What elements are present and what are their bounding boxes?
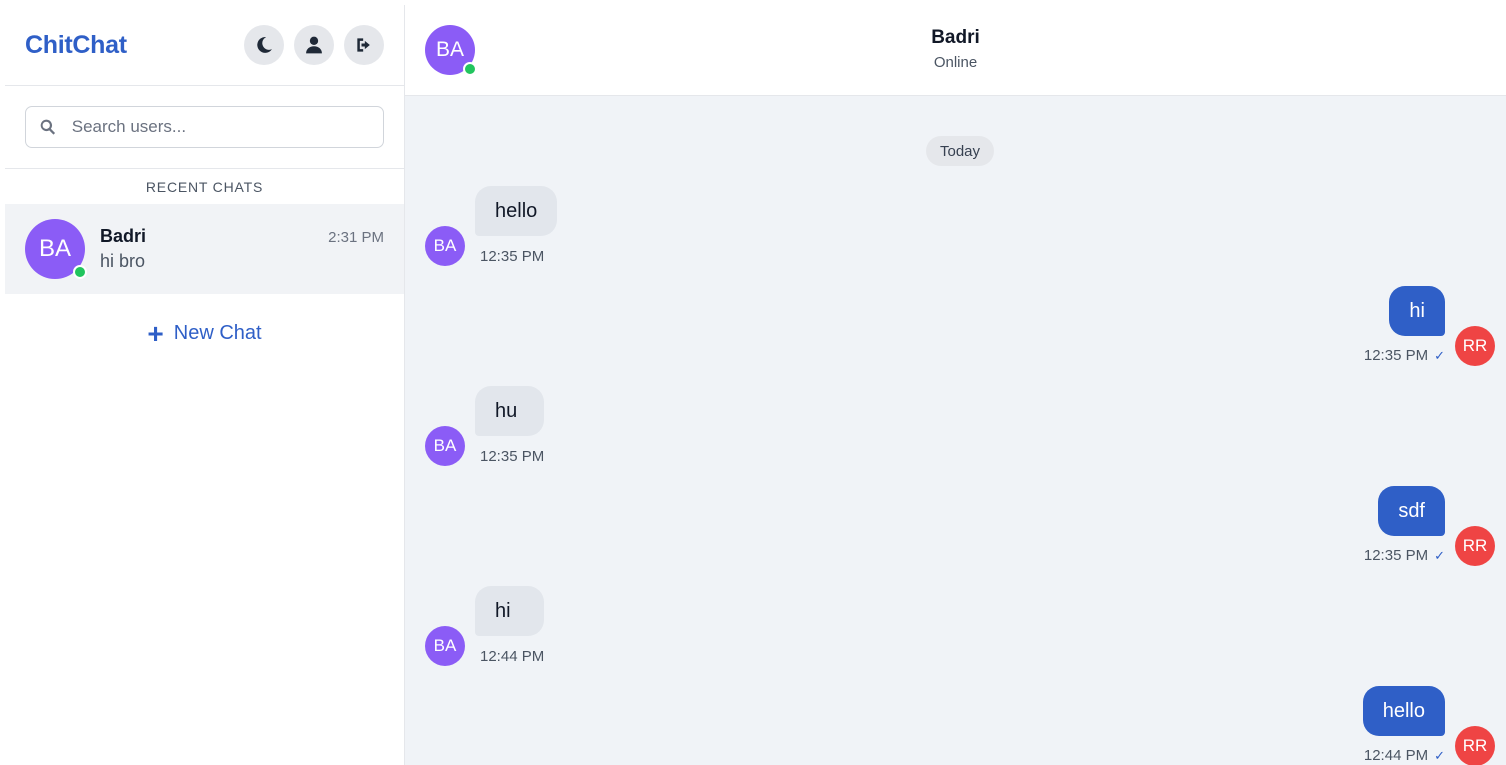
profile-button[interactable] [294, 25, 334, 65]
message-meta: 12:44 PM ✓ [1363, 747, 1445, 764]
contact-status: Online [933, 54, 978, 71]
chat-list-item[interactable]: BA Badri 2:31 PM hi bro [5, 204, 404, 294]
message-time: 12:44 PM [480, 648, 545, 665]
message-time: 12:35 PM [1363, 347, 1429, 364]
my-initials: RR [1462, 736, 1488, 755]
header-actions [244, 25, 384, 65]
message-bubble[interactable]: hi [475, 586, 545, 636]
plus-icon: + [147, 317, 164, 349]
contact-initials: BA [435, 38, 464, 61]
message-outgoing: hi 12:35 PM ✓ [1364, 286, 1445, 364]
chat-top-row: Badri 2:31 PM [100, 226, 384, 247]
sender-avatar: BA [425, 626, 465, 666]
message-incoming: hu 12:35 PM [475, 386, 545, 465]
sender-avatar: BA [425, 426, 465, 466]
chat-name: Badri [100, 226, 147, 246]
dark-mode-button[interactable] [244, 25, 284, 65]
message-bubble[interactable]: hu [475, 386, 545, 436]
message-meta: 12:35 PM ✓ [1364, 347, 1445, 364]
search-section [5, 86, 404, 169]
sign-out-icon [357, 38, 370, 52]
user-icon [306, 36, 322, 54]
my-initials: RR [1462, 336, 1488, 355]
avatar-initials: BA [38, 235, 71, 262]
my-initials: RR [1462, 536, 1488, 555]
avatar: BA [25, 219, 87, 279]
chat-info: Badri 2:31 PM hi bro [100, 226, 384, 272]
chat-preview: hi bro [100, 251, 146, 271]
sent-check-icon: ✓ [1434, 548, 1445, 563]
message-list[interactable]: Today hello 12:35 PM BA hi 12:35 PM ✓ RR … [405, 96, 1506, 765]
sender-initials: BA [433, 236, 457, 255]
sidebar: ChitChat RECENT CHATS BA [5, 5, 405, 765]
my-avatar: RR [1455, 726, 1495, 765]
message-outgoing: hello 12:44 PM ✓ [1362, 686, 1445, 764]
message-incoming: hello 12:35 PM [475, 186, 558, 265]
date-divider: Today [926, 136, 994, 166]
chat-time: 2:31 PM [328, 229, 384, 246]
new-chat-label: New Chat [173, 322, 262, 344]
contact-info: Badri Online [405, 27, 1506, 71]
conversation-header: BA Badri Online [405, 5, 1506, 96]
search-icon [40, 119, 56, 135]
sent-check-icon: ✓ [1434, 748, 1445, 763]
app-logo[interactable]: ChitChat [25, 31, 127, 60]
message-time: 12:44 PM [1363, 747, 1429, 764]
message-time: 12:35 PM [1363, 547, 1429, 564]
message-meta: 12:35 PM ✓ [1364, 547, 1445, 564]
logout-button[interactable] [344, 25, 384, 65]
search-input[interactable] [71, 117, 371, 137]
online-indicator [73, 265, 87, 279]
conversation-panel: BA Badri Online Today hello 12:35 PM BA … [405, 5, 1506, 765]
message-bubble[interactable]: hello [475, 186, 558, 236]
message-bubble[interactable]: hello [1362, 686, 1445, 736]
contact-name: Badri [931, 27, 980, 48]
new-chat-button[interactable]: + New Chat [5, 317, 404, 349]
sent-check-icon: ✓ [1434, 348, 1445, 363]
moon-icon [257, 37, 272, 53]
sidebar-header: ChitChat [5, 5, 404, 86]
sender-initials: BA [433, 436, 457, 455]
message-incoming: hi 12:44 PM [475, 586, 545, 665]
sender-initials: BA [433, 636, 457, 655]
message-bubble[interactable]: hi [1389, 286, 1445, 336]
sender-avatar: BA [425, 226, 465, 266]
message-outgoing: sdf 12:35 PM ✓ [1364, 486, 1445, 564]
app: ChitChat RECENT CHATS BA [5, 5, 1506, 765]
search-box[interactable] [25, 106, 384, 148]
contact-avatar[interactable]: BA [425, 25, 477, 76]
message-time: 12:35 PM [480, 448, 545, 465]
message-time: 12:35 PM [480, 248, 545, 265]
my-avatar: RR [1455, 326, 1495, 366]
online-indicator [463, 62, 477, 76]
my-avatar: RR [1455, 526, 1495, 566]
message-bubble[interactable]: sdf [1378, 486, 1445, 536]
recent-chats-heading: RECENT CHATS [145, 178, 264, 195]
